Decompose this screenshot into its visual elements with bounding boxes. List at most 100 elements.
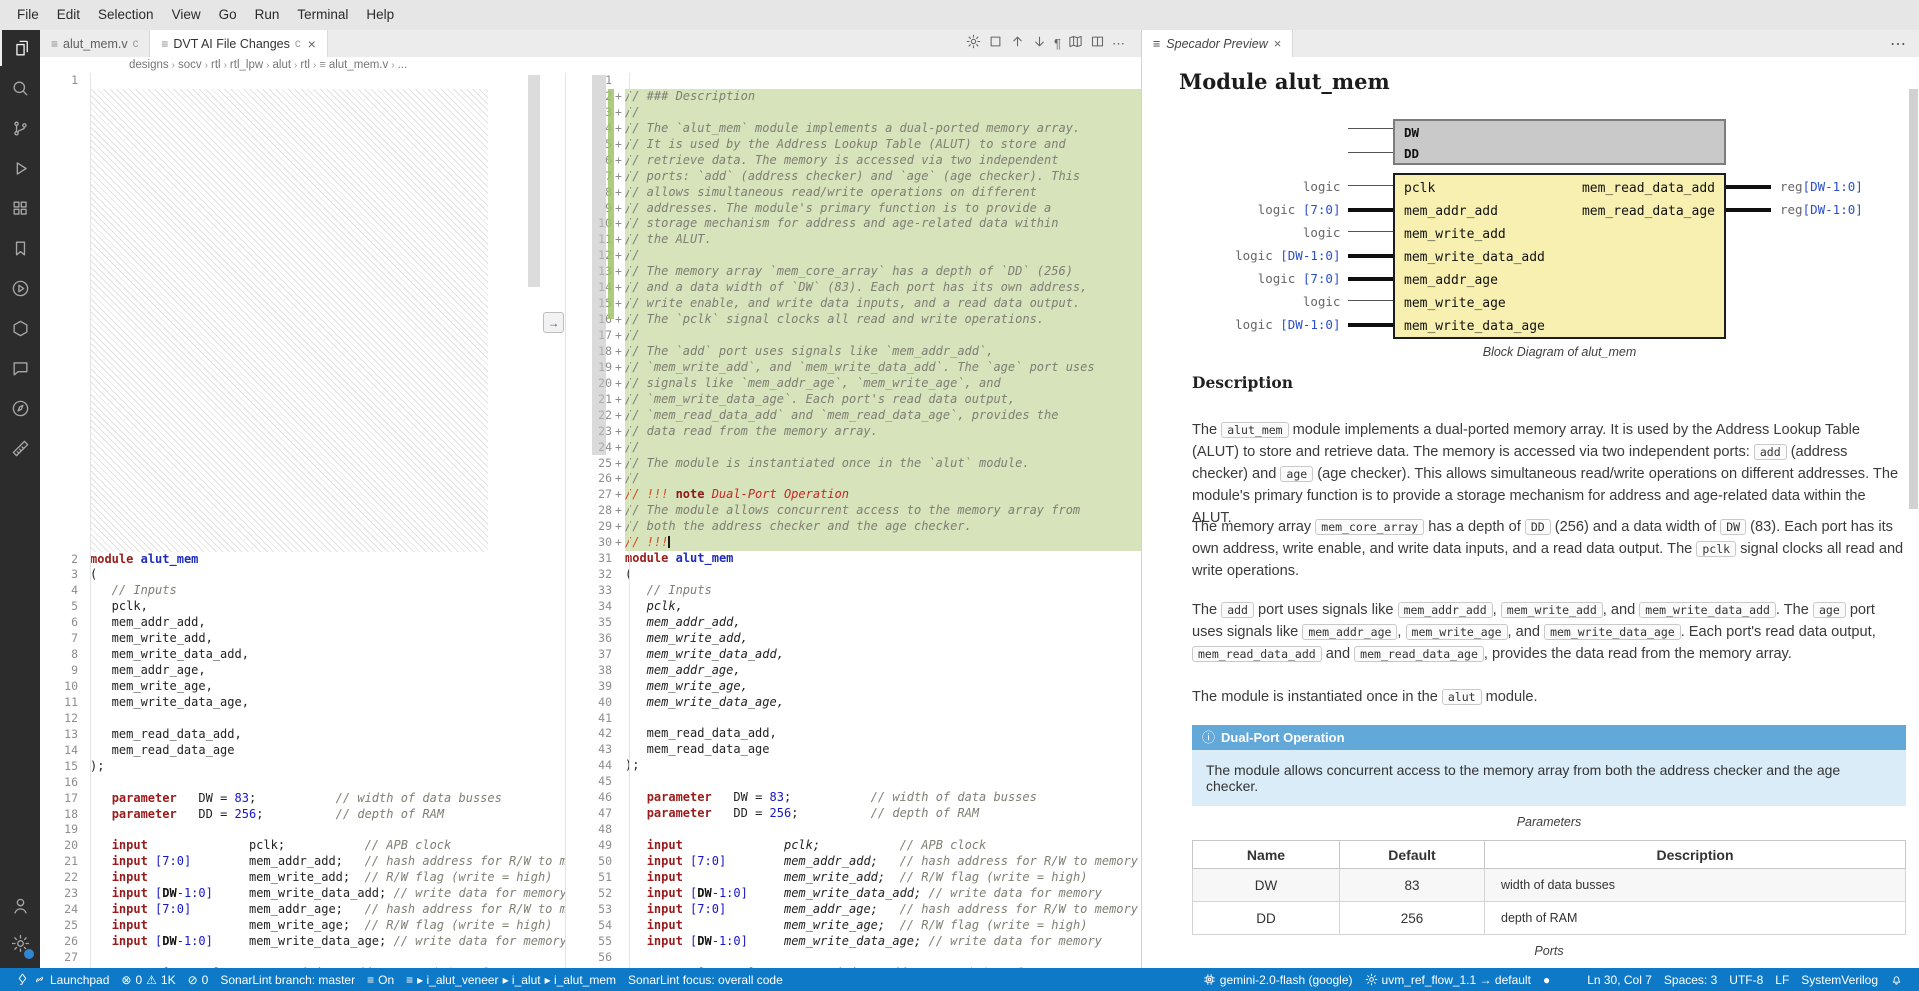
editor-tab-bar: ≡alut_mem.vc≡DVT AI File Changesc×¶⋯: [40, 30, 1141, 57]
preview-scrollbar[interactable]: [1909, 89, 1918, 509]
status-item[interactable]: ⊗0⚠1K: [115, 973, 181, 987]
menu-item-selection[interactable]: Selection: [89, 0, 163, 30]
status-launchpad[interactable]: Launchpad: [10, 973, 115, 987]
diff-original-pane[interactable]: 12module alut_mem3(4 // Inputs5 pclk,6 m…: [40, 73, 565, 968]
menu-item-run[interactable]: Run: [246, 0, 289, 30]
box-icon[interactable]: [988, 34, 1003, 54]
split-icon[interactable]: [1090, 34, 1105, 54]
input-stub-line: [1348, 185, 1393, 186]
code-line-2: 2module alut_mem: [40, 552, 565, 568]
code-line-36: 36 mem_write_add,: [567, 631, 1141, 647]
menu-item-terminal[interactable]: Terminal: [288, 0, 357, 30]
breadcrumb-item-socv[interactable]: socv: [178, 59, 202, 71]
status-instance-hierarchy[interactable]: ≡▸ i_alut_veneer▸ i_alut▸ i_alut_mem: [400, 973, 622, 987]
activity-bookmark-icon[interactable]: [0, 230, 40, 266]
code-line-13: 13+// The memory array `mem_core_array` …: [567, 264, 1141, 280]
gear-icon[interactable]: [966, 34, 981, 54]
close-icon[interactable]: ×: [1274, 36, 1282, 51]
status-systemverilog[interactable]: SystemVerilog: [1795, 973, 1884, 987]
status-gemini-2-0-flash-google-[interactable]: gemini-2.0-flash (google): [1197, 973, 1359, 987]
activity-compass-icon[interactable]: [0, 390, 40, 426]
diff-editor[interactable]: 12module alut_mem3(4 // Inputs5 pclk,6 m…: [40, 73, 1141, 968]
code-line-16: 16+// The `pclk` signal clocks all read …: [567, 312, 1141, 328]
breadcrumb-item-rtl[interactable]: rtl: [211, 59, 221, 71]
code-line-24: 24 input [7:0] mem_addr_age; // hash add…: [40, 902, 565, 918]
code-line-26: 26+//: [567, 471, 1141, 487]
comments-icon: [11, 359, 30, 378]
search: [1562, 973, 1575, 986]
activity-source-control-icon[interactable]: [0, 110, 40, 146]
more-actions-icon[interactable]: ⋯: [1890, 34, 1919, 54]
map-icon[interactable]: [1068, 34, 1083, 54]
menu-item-help[interactable]: Help: [357, 0, 403, 30]
status-sonarlint-branch-master[interactable]: SonarLint branch: master: [214, 973, 361, 987]
status-item[interactable]: [1884, 973, 1909, 986]
code-line-22: 22+// `mem_read_data_add` and `mem_read_…: [567, 408, 1141, 424]
activity-comments-icon[interactable]: [0, 350, 40, 386]
activity-settings-gear-icon[interactable]: [0, 925, 40, 961]
menu-item-view[interactable]: View: [163, 0, 210, 30]
right-pane-scrollbar[interactable]: [592, 75, 606, 455]
diff-revert-arrow-button[interactable]: →: [543, 312, 564, 333]
left-pane-scrollbar[interactable]: [528, 75, 540, 287]
status-uvm-ref-flow-1-1-default[interactable]: uvm_ref_flow_1.1 → default: [1359, 973, 1537, 987]
tab-alut-mem-v[interactable]: ≡alut_mem.vc: [40, 30, 150, 57]
status-item[interactable]: [1556, 973, 1581, 986]
activity-accounts-icon[interactable]: [0, 888, 40, 924]
breadcrumb-item-alut[interactable]: alut: [273, 59, 292, 71]
input-stub-line: [1348, 254, 1393, 258]
status-ln-30-col-7[interactable]: Ln 30, Col 7: [1581, 973, 1658, 987]
input-stub-line: [1348, 300, 1393, 301]
code-line-29: 29+// both the address checker and the a…: [567, 519, 1141, 535]
breadcrumb-item-rtl-lpw[interactable]: rtl_lpw: [230, 59, 263, 71]
inline-code-chip: age: [1813, 602, 1846, 618]
preview-tab-label: Specador Preview: [1166, 37, 1267, 51]
status-utf-8[interactable]: UTF-8: [1723, 973, 1769, 987]
note-title: Dual-Port Operation: [1221, 730, 1345, 745]
breadcrumb-item-alut-mem-v[interactable]: ≡ alut_mem.v: [319, 59, 388, 71]
tab-suffix: c: [133, 38, 139, 50]
inline-code-chip: pclk: [1696, 541, 1736, 557]
status-item[interactable]: ●: [1537, 973, 1556, 987]
ports-caption: Ports: [1192, 944, 1906, 958]
module-title: Module alut_mem: [1179, 69, 1390, 94]
arrow-down-icon[interactable]: [1032, 34, 1047, 54]
tab-specador-preview[interactable]: ≡ Specador Preview ×: [1142, 30, 1293, 57]
activity-ruler-icon[interactable]: [0, 430, 40, 466]
diff-modified-pane[interactable]: 12+// ### Description3+//4+// The `alut_…: [567, 73, 1141, 968]
status-spaces-3[interactable]: Spaces: 3: [1658, 973, 1723, 987]
note-header: ⓘDual-Port Operation: [1192, 725, 1906, 750]
arrow-up-icon[interactable]: [1010, 34, 1025, 54]
breadcrumb-item-designs[interactable]: designs: [129, 59, 169, 71]
breadcrumb-item-rtl[interactable]: rtl: [300, 59, 310, 71]
code-line-54: 54 input mem_write_age; // R/W flag (wri…: [567, 918, 1141, 934]
code-line-9: 9 mem_addr_age,: [40, 663, 565, 679]
activity-explorer-files-icon[interactable]: [0, 30, 42, 66]
more-icon[interactable]: ⋯: [1112, 37, 1125, 50]
breadcrumb[interactable]: designs›socv›rtl›rtl_lpw›alut›rtl›≡ alut…: [40, 57, 1230, 73]
code-line-37: 37 mem_write_data_add,: [567, 647, 1141, 663]
activity-hexagon-icon[interactable]: [0, 310, 40, 346]
activity-run-circle-icon[interactable]: [0, 270, 40, 306]
activity-extensions-icon[interactable]: [0, 190, 40, 226]
tab-label: alut_mem.v: [63, 37, 128, 51]
menu-item-go[interactable]: Go: [210, 0, 246, 30]
status-on[interactable]: ≡On: [361, 973, 400, 987]
menu-item-edit[interactable]: Edit: [48, 0, 89, 30]
status-lf[interactable]: LF: [1769, 973, 1795, 987]
pilcrow-icon[interactable]: ¶: [1054, 37, 1061, 50]
status-sonarlint-focus-overall-code[interactable]: SonarLint focus: overall code: [622, 973, 789, 987]
bell: [1890, 973, 1903, 986]
activity-search-icon[interactable]: [0, 70, 40, 106]
tab-dvt-ai-file-changes[interactable]: ≡DVT AI File Changesc×: [150, 30, 327, 57]
activity-run-debug-icon[interactable]: [0, 150, 40, 186]
code-line-3: 3(: [40, 567, 565, 583]
parameters-table: NameDefaultDescription DW83width of data…: [1192, 840, 1906, 935]
inline-code-chip: DD: [1525, 519, 1551, 535]
diff-sash[interactable]: [565, 73, 566, 968]
breadcrumb-item--[interactable]: ...: [398, 59, 408, 71]
close-icon[interactable]: ×: [308, 36, 316, 52]
menu-item-file[interactable]: File: [8, 0, 48, 30]
tab-suffix: c: [295, 38, 301, 50]
status-item[interactable]: ⊘0: [182, 973, 215, 987]
